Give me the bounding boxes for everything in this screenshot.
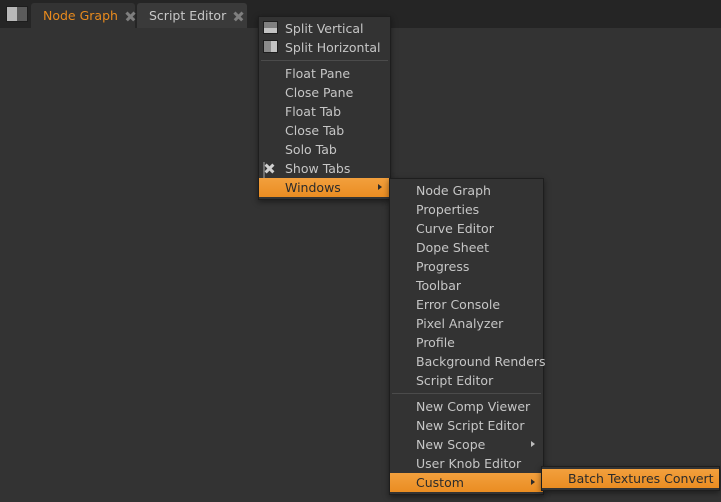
menu-item-label: Node Graph: [416, 183, 491, 198]
checkbox-checked-icon[interactable]: [263, 161, 280, 179]
menu-item-icon-placeholder: [263, 123, 280, 138]
menu-item-label: Windows: [285, 180, 341, 195]
menu-item-float-pane[interactable]: Float Pane: [259, 64, 390, 83]
menu-item-error-console[interactable]: Error Console: [390, 295, 543, 314]
menu-item-icon-placeholder: [394, 297, 411, 312]
application-window: Node Graph Script Editor Split Vertical …: [0, 0, 721, 502]
menu-item-label: Script Editor: [416, 373, 494, 388]
menu-item-progress[interactable]: Progress: [390, 257, 543, 276]
menu-separator: [261, 60, 388, 61]
menu-item-label: Float Tab: [285, 104, 342, 119]
menu-item-show-tabs[interactable]: Show Tabs: [259, 159, 390, 179]
menu-item-dope-sheet[interactable]: Dope Sheet: [390, 238, 543, 257]
close-icon[interactable]: [232, 9, 245, 22]
menu-item-label: Solo Tab: [285, 142, 337, 157]
chevron-right-icon: [531, 479, 535, 485]
split-horizontal-icon: [263, 40, 280, 55]
menu-item-node-graph[interactable]: Node Graph: [390, 181, 543, 200]
menu-item-label: New Script Editor: [416, 418, 525, 433]
menu-item-split-vertical[interactable]: Split Vertical: [259, 19, 390, 38]
menu-item-icon-placeholder: [394, 418, 411, 433]
menu-item-label: Close Pane: [285, 85, 354, 100]
close-icon[interactable]: [124, 9, 137, 22]
pane-split-icon-right: [17, 7, 27, 21]
tab-label: Script Editor: [149, 8, 227, 23]
menu-item-properties[interactable]: Properties: [390, 200, 543, 219]
menu-item-icon-placeholder: [394, 335, 411, 350]
windows-submenu: Node Graph Properties Curve Editor Dope …: [389, 178, 546, 495]
menu-item-icon-placeholder: [394, 399, 411, 414]
menu-item-label: Split Horizontal: [285, 40, 381, 55]
menu-item-icon-placeholder: [394, 221, 411, 236]
menu-item-icon-placeholder: [394, 183, 411, 198]
menu-item-icon-placeholder: [394, 259, 411, 274]
menu-item-label: User Knob Editor: [416, 456, 522, 471]
menu-item-label: Float Pane: [285, 66, 351, 81]
menu-item-label: Dope Sheet: [416, 240, 490, 255]
menu-item-label: Toolbar: [416, 278, 462, 293]
menu-item-label: Show Tabs: [285, 161, 351, 176]
menu-item-split-horizontal[interactable]: Split Horizontal: [259, 38, 390, 57]
menu-item-custom[interactable]: Custom: [390, 473, 543, 492]
menu-item-background-renders[interactable]: Background Renders: [390, 352, 546, 371]
menu-item-label: New Comp Viewer: [416, 399, 531, 414]
menu-item-icon-placeholder: [394, 456, 411, 471]
menu-item-label: Properties: [416, 202, 480, 217]
menu-item-icon-placeholder: [394, 278, 411, 293]
menu-item-label: Split Vertical: [285, 21, 364, 36]
menu-item-icon-placeholder: [263, 180, 280, 195]
menu-item-windows[interactable]: Windows: [259, 178, 390, 197]
menu-item-label: Progress: [416, 259, 470, 274]
chevron-right-icon: [531, 441, 535, 447]
pane-split-icon-left: [7, 7, 17, 21]
menu-item-curve-editor[interactable]: Curve Editor: [390, 219, 543, 238]
menu-item-icon-placeholder: [394, 202, 411, 217]
menu-item-icon-placeholder: [263, 104, 280, 119]
split-vertical-icon: [263, 21, 280, 36]
menu-item-icon-placeholder: [394, 354, 411, 369]
menu-item-label: Pixel Analyzer: [416, 316, 504, 331]
menu-item-label: Profile: [416, 335, 455, 350]
menu-item-user-knob-editor[interactable]: User Knob Editor: [390, 454, 543, 473]
tab-node-graph[interactable]: Node Graph: [31, 3, 135, 28]
menu-item-new-comp-viewer[interactable]: New Comp Viewer: [390, 397, 543, 416]
menu-item-icon-placeholder: [263, 142, 280, 157]
menu-item-batch-textures-convert[interactable]: Batch Textures Convert: [542, 469, 719, 488]
chevron-right-icon: [378, 184, 382, 190]
menu-item-icon-placeholder: [394, 373, 411, 388]
menu-item-icon-placeholder: [394, 437, 411, 452]
menu-item-label: Custom: [416, 475, 464, 490]
menu-item-float-tab[interactable]: Float Tab: [259, 102, 390, 121]
menu-item-new-script-editor[interactable]: New Script Editor: [390, 416, 543, 435]
menu-item-label: Background Renders: [416, 354, 546, 369]
menu-item-solo-tab[interactable]: Solo Tab: [259, 140, 390, 159]
menu-item-new-scope[interactable]: New Scope: [390, 435, 543, 454]
menu-item-toolbar[interactable]: Toolbar: [390, 276, 543, 295]
menu-item-icon-placeholder: [394, 240, 411, 255]
menu-item-label: Error Console: [416, 297, 501, 312]
menu-item-icon-placeholder: [263, 85, 280, 100]
pane-split-icon[interactable]: [6, 6, 28, 22]
menu-item-close-tab[interactable]: Close Tab: [259, 121, 390, 140]
pane-context-menu: Split Vertical Split Horizontal Float Pa…: [258, 16, 391, 200]
menu-item-script-editor[interactable]: Script Editor: [390, 371, 543, 390]
menu-separator: [392, 393, 541, 394]
menu-item-icon-placeholder: [394, 316, 411, 331]
menu-item-label: Close Tab: [285, 123, 345, 138]
menu-item-label: Batch Textures Convert: [568, 471, 714, 486]
menu-item-icon-placeholder: [263, 66, 280, 81]
tab-script-editor[interactable]: Script Editor: [137, 3, 247, 28]
menu-item-label: Curve Editor: [416, 221, 494, 236]
menu-item-label: New Scope: [416, 437, 486, 452]
menu-item-pixel-analyzer[interactable]: Pixel Analyzer: [390, 314, 543, 333]
menu-item-icon-placeholder: [394, 475, 411, 490]
tab-label: Node Graph: [43, 8, 118, 23]
menu-item-close-pane[interactable]: Close Pane: [259, 83, 390, 102]
menu-item-profile[interactable]: Profile: [390, 333, 543, 352]
custom-submenu: Batch Textures Convert: [541, 466, 720, 491]
